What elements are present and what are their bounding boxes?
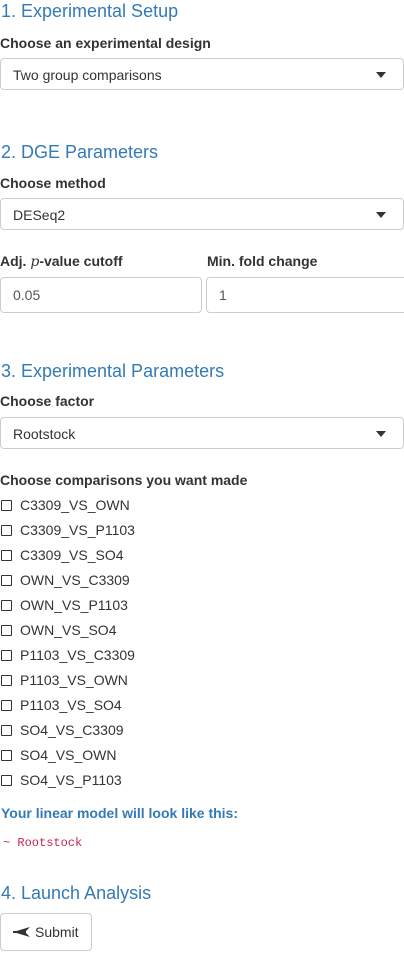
design-label: Choose an experimental design bbox=[0, 35, 211, 51]
comparison-label: P1103_VS_OWN bbox=[20, 672, 128, 688]
section-title-experimental-parameters: 3. Experimental Parameters bbox=[1, 361, 225, 381]
comparison-checkbox[interactable]: SO4_VS_P1103 bbox=[0, 771, 122, 789]
comparison-checkbox[interactable]: C3309_VS_SO4 bbox=[0, 546, 124, 564]
comparison-checkbox[interactable]: OWN_VS_SO4 bbox=[0, 621, 116, 639]
comparison-checkbox[interactable]: P1103_VS_SO4 bbox=[0, 696, 122, 714]
submit-label: Submit bbox=[35, 924, 79, 940]
checkbox[interactable] bbox=[1, 749, 12, 761]
checkbox[interactable] bbox=[1, 549, 12, 561]
comparison-label: SO4_VS_P1103 bbox=[20, 772, 122, 788]
checkbox[interactable] bbox=[1, 774, 12, 786]
comparison-label: P1103_VS_SO4 bbox=[20, 697, 122, 713]
comparison-label: C3309_VS_OWN bbox=[20, 497, 130, 513]
method-select[interactable]: DESeq2 bbox=[0, 198, 404, 230]
section-title-experimental-setup: 1. Experimental Setup bbox=[1, 1, 179, 21]
factor-select-value: Rootstock bbox=[13, 426, 76, 442]
linear-model-formula: ~ Rootstock bbox=[3, 836, 83, 850]
fold-change-label: Min. fold change bbox=[207, 253, 318, 269]
checkbox[interactable] bbox=[1, 574, 12, 586]
method-select-value: DESeq2 bbox=[13, 207, 66, 223]
comparisons-label: Choose comparisons you want made bbox=[0, 472, 248, 488]
comparison-checkbox[interactable]: OWN_VS_P1103 bbox=[0, 596, 128, 614]
submit-button[interactable]: Submit bbox=[0, 913, 92, 951]
section-title-launch-analysis: 4. Launch Analysis bbox=[1, 883, 152, 903]
comparison-label: OWN_VS_SO4 bbox=[20, 622, 117, 638]
checkbox[interactable] bbox=[1, 599, 12, 611]
comparison-checkbox[interactable]: SO4_VS_C3309 bbox=[0, 721, 124, 739]
checkbox[interactable] bbox=[1, 624, 12, 636]
checkbox[interactable] bbox=[1, 699, 12, 711]
design-select-value: Two group comparisons bbox=[13, 67, 162, 83]
fold-change-input[interactable] bbox=[206, 277, 404, 313]
comparison-checkbox[interactable]: P1103_VS_C3309 bbox=[0, 646, 135, 664]
factor-select[interactable]: Rootstock bbox=[0, 417, 404, 449]
comparison-label: C3309_VS_P1103 bbox=[20, 522, 135, 538]
method-label: Choose method bbox=[0, 175, 106, 191]
design-select[interactable]: Two group comparisons bbox=[0, 58, 404, 90]
checkbox[interactable] bbox=[1, 524, 12, 536]
checkbox[interactable] bbox=[1, 499, 12, 511]
checkbox[interactable] bbox=[1, 724, 12, 736]
comparison-label: P1103_VS_C3309 bbox=[20, 647, 135, 663]
paper-plane-icon bbox=[13, 926, 31, 938]
comparison-label: SO4_VS_OWN bbox=[20, 747, 117, 763]
chevron-down-icon bbox=[376, 72, 386, 78]
chevron-down-icon bbox=[376, 431, 386, 437]
checkbox[interactable] bbox=[1, 674, 12, 686]
comparison-checkbox[interactable]: SO4_VS_OWN bbox=[0, 746, 116, 764]
factor-label: Choose factor bbox=[0, 393, 95, 409]
section-title-dge-parameters: 2. DGE Parameters bbox=[1, 142, 159, 162]
chevron-down-icon bbox=[376, 212, 386, 218]
comparison-label: OWN_VS_P1103 bbox=[20, 597, 128, 613]
comparison-checkbox[interactable]: C3309_VS_P1103 bbox=[0, 521, 135, 539]
comparison-checkbox[interactable]: C3309_VS_OWN bbox=[0, 496, 130, 514]
checkbox[interactable] bbox=[1, 649, 12, 661]
linear-model-heading: Your linear model will look like this: bbox=[1, 805, 239, 821]
pvalue-cutoff-input[interactable] bbox=[0, 277, 202, 313]
comparison-label: C3309_VS_SO4 bbox=[20, 547, 124, 563]
comparison-label: OWN_VS_C3309 bbox=[20, 572, 130, 588]
comparison-label: SO4_VS_C3309 bbox=[20, 722, 124, 738]
pvalue-cutoff-label: Adj. p-value cutoff bbox=[0, 253, 123, 270]
comparison-checkbox[interactable]: OWN_VS_C3309 bbox=[0, 571, 130, 589]
comparison-checkbox[interactable]: P1103_VS_OWN bbox=[0, 671, 128, 689]
